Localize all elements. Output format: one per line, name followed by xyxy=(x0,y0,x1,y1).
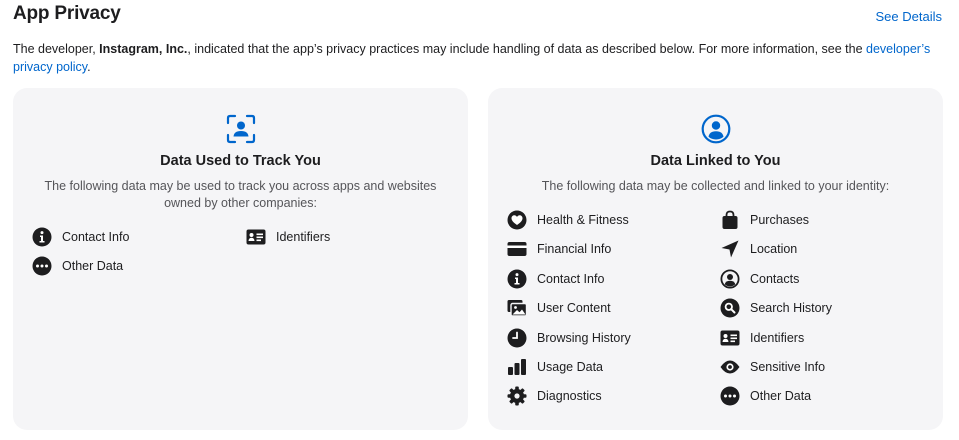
track-card: Data Used to Track You The following dat… xyxy=(13,88,468,430)
linked-item-browsing-history: Browsing History xyxy=(507,327,631,349)
item-label: Location xyxy=(750,242,798,256)
description-prefix: The developer, xyxy=(13,42,100,56)
item-label: Contact Info xyxy=(537,272,605,286)
track-item-contact-info: Contact Info xyxy=(32,226,129,248)
photos-icon xyxy=(507,300,527,317)
linked-item-financial-info: Financial Info xyxy=(507,238,611,260)
location-arrow-icon xyxy=(721,240,739,258)
linked-item-identifiers: Identifiers xyxy=(720,327,804,349)
see-details-link[interactable]: See Details xyxy=(876,9,942,24)
linked-item-search-history: Search History xyxy=(720,297,832,319)
linked-item-usage-data: Usage Data xyxy=(507,356,603,378)
item-label: Other Data xyxy=(750,389,812,403)
linked-item-sensitive-info: Sensitive Info xyxy=(720,356,825,378)
info-icon xyxy=(507,269,527,289)
privacy-description: The developer, Instagram, Inc., indicate… xyxy=(13,41,933,76)
linked-item-user-content: User Content xyxy=(507,297,611,319)
item-label: Browsing History xyxy=(537,331,631,345)
linked-item-other-data: Other Data xyxy=(720,385,811,407)
track-item-identifiers: Identifiers xyxy=(246,226,330,248)
section-title: App Privacy xyxy=(13,3,121,24)
bag-icon xyxy=(722,210,738,229)
item-label: Financial Info xyxy=(537,242,612,256)
description-suffix: . xyxy=(87,59,91,74)
item-label: Purchases xyxy=(750,213,810,227)
ellipsis-icon xyxy=(720,386,740,406)
item-label: Diagnostics xyxy=(537,389,602,403)
track-card-subtitle: The following data may be used to track … xyxy=(44,179,437,210)
track-person-icon xyxy=(226,114,255,144)
contacts-icon xyxy=(720,269,740,289)
id-card-icon xyxy=(720,330,740,346)
credit-card-icon xyxy=(507,242,527,256)
linked-item-location: Location xyxy=(720,238,797,260)
item-label: Search History xyxy=(750,301,832,315)
linked-card-title: Data Linked to You xyxy=(650,153,781,169)
description-middle: , indicated that the app’s privacy pract… xyxy=(187,42,867,56)
track-card-title: Data Used to Track You xyxy=(160,153,321,169)
item-label: Usage Data xyxy=(537,360,604,374)
id-card-icon xyxy=(246,229,266,245)
item-label: Contacts xyxy=(750,272,800,286)
item-label: Other Data xyxy=(62,259,124,273)
person-circle-icon xyxy=(701,114,730,144)
eye-icon xyxy=(720,360,740,374)
ellipsis-icon xyxy=(32,256,52,276)
item-label: Contact Info xyxy=(62,230,130,244)
linked-item-contacts: Contacts xyxy=(720,268,799,290)
item-label: Identifiers xyxy=(276,230,331,244)
item-label: Identifiers xyxy=(750,331,805,345)
gear-icon xyxy=(507,386,527,406)
linked-item-diagnostics: Diagnostics xyxy=(507,385,602,407)
linked-card-subtitle: The following data may be collected and … xyxy=(541,179,890,193)
item-label: Health & Fitness xyxy=(537,213,629,227)
item-label: Sensitive Info xyxy=(750,360,826,374)
developer-name: Instagram, Inc. xyxy=(99,42,188,56)
linked-card: Data Linked to You The following data ma… xyxy=(488,88,943,430)
linked-item-contact-info: Contact Info xyxy=(507,268,604,290)
item-label: User Content xyxy=(537,301,611,315)
heart-icon xyxy=(507,210,527,230)
track-item-other-data: Other Data xyxy=(32,255,123,277)
info-icon xyxy=(32,227,52,247)
clock-icon xyxy=(507,328,527,348)
magnifier-icon xyxy=(720,298,740,318)
bar-chart-icon xyxy=(508,359,526,375)
linked-item-purchases: Purchases xyxy=(720,209,809,231)
linked-item-health-fitness: Health & Fitness xyxy=(507,209,629,231)
